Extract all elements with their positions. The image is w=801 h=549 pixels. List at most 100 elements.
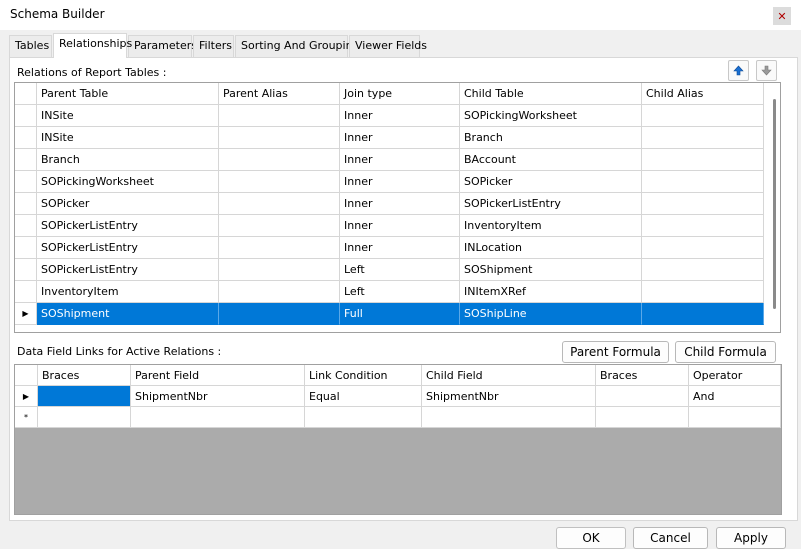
column-header[interactable]: Parent Alias	[219, 83, 340, 105]
grid-cell[interactable]	[596, 407, 689, 428]
grid-cell[interactable]: SOPickerListEntry	[37, 259, 219, 281]
grid-cell[interactable]: Equal	[305, 386, 422, 407]
grid-cell[interactable]	[131, 407, 305, 428]
grid-cell[interactable]	[642, 171, 764, 193]
apply-button[interactable]: Apply	[716, 527, 786, 549]
column-header[interactable]: Link Condition	[305, 365, 422, 386]
grid-cell[interactable]: Branch	[460, 127, 642, 149]
grid-cell[interactable]: INSite	[37, 105, 219, 127]
grid-cell[interactable]	[219, 105, 340, 127]
grid-cell[interactable]	[642, 259, 764, 281]
grid-cell[interactable]: Inner	[340, 127, 460, 149]
grid-cell[interactable]: And	[689, 386, 781, 407]
move-up-button[interactable]	[728, 60, 749, 81]
column-header[interactable]: Child Field	[422, 365, 596, 386]
grid-cell[interactable]	[596, 386, 689, 407]
column-header[interactable]: Child Table	[460, 83, 642, 105]
grid-cell[interactable]: SOPickerListEntry	[37, 237, 219, 259]
child-formula-button[interactable]: Child Formula	[675, 341, 776, 363]
tab-relationships[interactable]: Relationships	[53, 33, 132, 58]
row-header[interactable]	[15, 193, 37, 215]
grid-cell[interactable]: Full	[340, 303, 460, 325]
grid-cell[interactable]: BAccount	[460, 149, 642, 171]
grid-cell[interactable]: INLocation	[460, 237, 642, 259]
grid-cell[interactable]: SOPickingWorksheet	[460, 105, 642, 127]
tab-sorting-and-grouping[interactable]: Sorting And Grouping	[235, 35, 360, 57]
column-header[interactable]: Operator	[689, 365, 781, 386]
close-button[interactable]: ✕	[773, 7, 791, 25]
table-row[interactable]: INSite Inner Branch	[15, 127, 764, 149]
tab-viewer-fields[interactable]: Viewer Fields	[349, 35, 427, 57]
grid-cell[interactable]	[219, 303, 340, 325]
column-header[interactable]: Child Alias	[642, 83, 764, 105]
grid-cell[interactable]	[219, 215, 340, 237]
tab-filters[interactable]: Filters	[193, 35, 234, 57]
grid-cell[interactable]	[219, 127, 340, 149]
grid-cell[interactable]: SOPickingWorksheet	[37, 171, 219, 193]
grid-cell[interactable]	[642, 127, 764, 149]
table-row[interactable]: ▶ ShipmentNbr Equal ShipmentNbr And	[15, 386, 781, 407]
grid-cell[interactable]	[219, 237, 340, 259]
grid-cell[interactable]	[642, 149, 764, 171]
grid-cell[interactable]	[689, 407, 781, 428]
grid-cell[interactable]	[38, 407, 131, 428]
tab-tables[interactable]: Tables	[9, 35, 52, 57]
grid-cell[interactable]: SOPickerListEntry	[37, 215, 219, 237]
grid-cell[interactable]: SOPickerListEntry	[460, 193, 642, 215]
grid-cell[interactable]	[305, 407, 422, 428]
row-header[interactable]	[15, 171, 37, 193]
grid-cell[interactable]: InventoryItem	[37, 281, 219, 303]
row-header[interactable]	[15, 281, 37, 303]
cancel-button[interactable]: Cancel	[633, 527, 708, 549]
grid-cell[interactable]: Left	[340, 281, 460, 303]
ok-button[interactable]: OK	[556, 527, 626, 549]
grid-cell[interactable]: Inner	[340, 237, 460, 259]
grid-cell[interactable]: InventoryItem	[460, 215, 642, 237]
links-grid[interactable]: Braces Parent Field Link Condition Child Fi…	[14, 364, 782, 515]
grid-cell[interactable]: ShipmentNbr	[422, 386, 596, 407]
grid-cell[interactable]: Inner	[340, 149, 460, 171]
grid-cell[interactable]	[642, 303, 764, 325]
grid-cell[interactable]	[642, 281, 764, 303]
row-header[interactable]	[15, 127, 37, 149]
grid-cell[interactable]: SOPicker	[460, 171, 642, 193]
row-header[interactable]	[15, 149, 37, 171]
column-header[interactable]: Parent Table	[37, 83, 219, 105]
grid-cell[interactable]: SOShipLine	[460, 303, 642, 325]
relations-grid[interactable]: Parent Table Parent Alias Join type Child T…	[14, 82, 781, 333]
grid-cell[interactable]: SOPicker	[37, 193, 219, 215]
table-row[interactable]: ▶ SOShipment Full SOShipLine	[15, 303, 764, 325]
grid-cell[interactable]	[219, 281, 340, 303]
column-header[interactable]: Join type	[340, 83, 460, 105]
grid-cell[interactable]	[219, 171, 340, 193]
grid-cell[interactable]	[642, 237, 764, 259]
column-header[interactable]: Braces	[38, 365, 131, 386]
row-header[interactable]: ▶	[15, 303, 37, 325]
tab-parameters[interactable]: Parameters	[128, 35, 197, 57]
table-row[interactable]: SOPickerListEntry Left SOShipment	[15, 259, 764, 281]
scrollbar-thumb[interactable]	[773, 99, 776, 309]
table-row[interactable]: SOPickerListEntry Inner INLocation	[15, 237, 764, 259]
row-header[interactable]	[15, 259, 37, 281]
table-row[interactable]: INSite Inner SOPickingWorksheet	[15, 105, 764, 127]
grid-cell[interactable]	[642, 193, 764, 215]
grid-cell[interactable]: ShipmentNbr	[131, 386, 305, 407]
grid-cell[interactable]	[642, 215, 764, 237]
row-header[interactable]	[15, 237, 37, 259]
row-header[interactable]	[15, 215, 37, 237]
grid-cell[interactable]: Left	[340, 259, 460, 281]
grid-cell[interactable]	[219, 193, 340, 215]
grid-cell[interactable]: Inner	[340, 193, 460, 215]
table-row[interactable]: SOPicker Inner SOPickerListEntry	[15, 193, 764, 215]
grid-cell[interactable]	[422, 407, 596, 428]
grid-cell[interactable]: Inner	[340, 215, 460, 237]
table-row[interactable]: InventoryItem Left INItemXRef	[15, 281, 764, 303]
grid-cell[interactable]: SOShipment	[37, 303, 219, 325]
table-row[interactable]: Branch Inner BAccount	[15, 149, 764, 171]
grid-cell[interactable]	[219, 259, 340, 281]
grid-cell[interactable]: INSite	[37, 127, 219, 149]
grid-cell[interactable]	[219, 149, 340, 171]
grid-cell[interactable]: SOShipment	[460, 259, 642, 281]
table-row[interactable]: SOPickerListEntry Inner InventoryItem	[15, 215, 764, 237]
parent-formula-button[interactable]: Parent Formula	[562, 341, 669, 363]
